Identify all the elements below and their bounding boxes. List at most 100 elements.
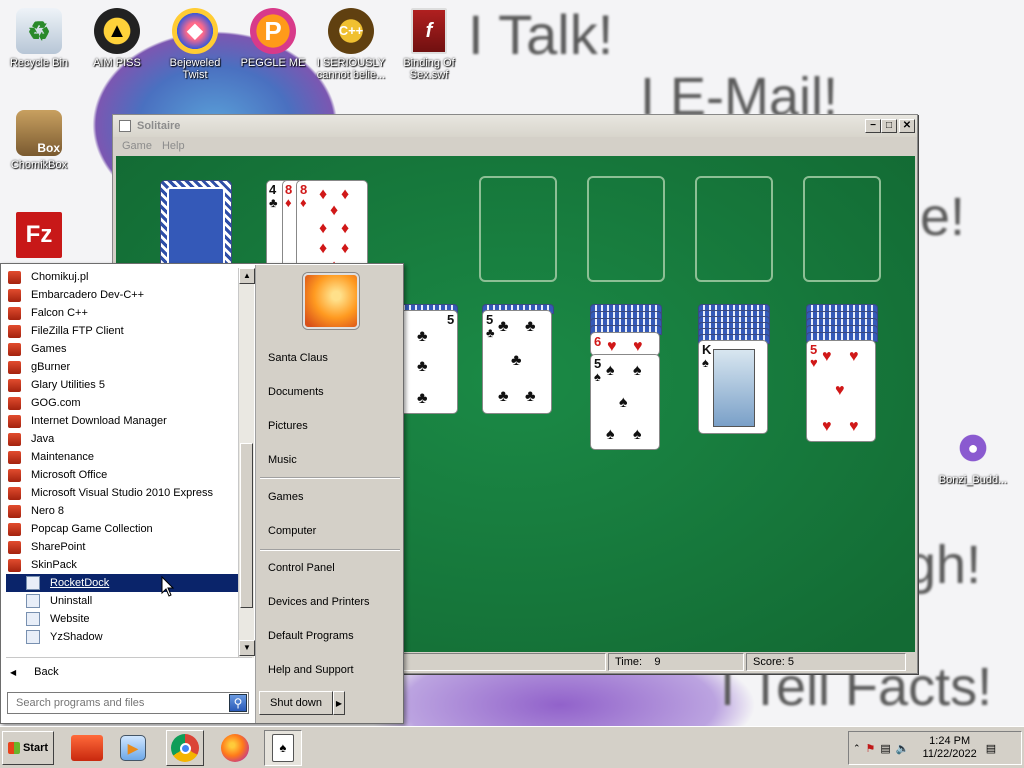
window-titlebar[interactable]: Solitaire − □ ✕ xyxy=(113,115,917,137)
action-center-icon[interactable]: ⚑ xyxy=(866,742,876,755)
scroll-up-button[interactable]: ▲ xyxy=(239,268,255,284)
program-folder[interactable]: Internet Download Manager xyxy=(6,412,238,430)
programs-scrollbar[interactable]: ▲ ▼ xyxy=(238,268,255,658)
network-icon[interactable]: ▤ xyxy=(880,742,890,755)
taskbar-firefox[interactable] xyxy=(216,730,254,766)
program-item[interactable]: Website xyxy=(6,610,238,628)
program-folder[interactable]: gBurner xyxy=(6,358,238,376)
folder-icon xyxy=(8,306,21,320)
program-folder[interactable]: Glary Utilities 5 xyxy=(6,376,238,394)
desktop-icon-label: PEGGLE ME xyxy=(240,57,306,69)
desktop-icon-label: AIM PISS xyxy=(93,57,141,69)
desktop-icon-bejeweled[interactable]: ◆ Bejeweled Twist xyxy=(156,8,234,81)
tableau-card[interactable]: 5 ♠ ♠ ♠ ♠ ♠ ♠ xyxy=(590,354,660,450)
filezilla-icon: Fz xyxy=(16,212,62,258)
show-hidden-icons-icon[interactable]: ⌃ xyxy=(853,743,861,754)
program-folder[interactable]: SkinPack xyxy=(6,556,238,574)
search-icon[interactable]: ⚲ xyxy=(229,694,247,712)
search-box: ⚲ xyxy=(7,692,249,714)
desktop-icon-label: I SERIOUSLY cannot belie... xyxy=(316,57,386,81)
windows-logo-icon xyxy=(7,742,20,754)
solitaire-icon: ♠ xyxy=(272,734,294,762)
right-item-computer[interactable]: Computer xyxy=(268,525,316,537)
folder-icon xyxy=(8,558,21,572)
program-label: Java xyxy=(31,433,55,445)
show-desktop-button[interactable]: ▤ xyxy=(986,742,996,755)
right-item-games[interactable]: Games xyxy=(268,491,303,503)
foundation-slot[interactable] xyxy=(695,176,773,282)
right-item-music[interactable]: Music xyxy=(268,454,297,466)
desktop-icon-aim[interactable]: ▲ AIM PISS xyxy=(78,8,156,69)
right-item-default-programs[interactable]: Default Programs xyxy=(268,630,354,642)
folder-icon xyxy=(71,735,103,761)
back-button[interactable]: ◀ Back xyxy=(10,663,59,681)
program-folder[interactable]: GOG.com xyxy=(6,394,238,412)
program-folder[interactable]: Embarcadero Dev-C++ xyxy=(6,286,238,304)
program-folder[interactable]: Falcon C++ xyxy=(6,304,238,322)
foundation-slot[interactable] xyxy=(587,176,665,282)
shutdown-options-button[interactable]: ▶ xyxy=(333,691,345,715)
minimize-button[interactable]: − xyxy=(865,119,881,133)
taskbar-solitaire[interactable]: ♠ xyxy=(264,730,302,766)
king-artwork xyxy=(713,349,755,427)
menu-help[interactable]: Help xyxy=(157,140,190,152)
clock[interactable]: 1:24 PM 11/22/2022 xyxy=(923,735,977,761)
right-item-help-support[interactable]: Help and Support xyxy=(268,664,354,676)
foundation-slot[interactable] xyxy=(803,176,881,282)
right-item-pictures[interactable]: Pictures xyxy=(268,420,308,432)
program-folder[interactable]: SharePoint xyxy=(6,538,238,556)
program-folder[interactable]: FileZilla FTP Client xyxy=(6,322,238,340)
program-item[interactable]: RocketDock xyxy=(6,574,238,592)
program-folder[interactable]: Nero 8 xyxy=(6,502,238,520)
scroll-thumb[interactable] xyxy=(240,443,253,608)
time-label: Time: xyxy=(615,656,643,668)
program-label: Embarcadero Dev-C++ xyxy=(31,289,145,301)
scroll-down-button[interactable]: ▼ xyxy=(239,640,255,656)
taskbar-file-explorer[interactable] xyxy=(68,730,106,766)
desktop-icon-label: ChomikBox xyxy=(10,159,68,171)
foundation-slot[interactable] xyxy=(479,176,557,282)
user-picture[interactable] xyxy=(303,273,359,329)
search-input[interactable] xyxy=(8,693,226,713)
program-item[interactable]: YzShadow xyxy=(6,628,238,646)
program-folder[interactable]: Microsoft Office xyxy=(6,466,238,484)
program-icon xyxy=(26,594,40,608)
program-folder[interactable]: Chomikuj.pl xyxy=(6,268,238,286)
right-item-user[interactable]: Santa Claus xyxy=(268,352,328,364)
desktop-icon-flash-file[interactable]: f Binding Of Sex.swf xyxy=(390,8,468,81)
program-folder[interactable]: Java xyxy=(6,430,238,448)
taskbar-chrome[interactable] xyxy=(166,730,204,766)
start-button[interactable]: Start xyxy=(2,731,54,765)
folder-icon xyxy=(8,396,21,410)
right-item-control-panel[interactable]: Control Panel xyxy=(268,562,335,574)
right-item-documents[interactable]: Documents xyxy=(268,386,324,398)
shutdown-button[interactable]: Shut down xyxy=(259,691,333,715)
wallpaper-text: e! xyxy=(920,187,966,247)
tableau-card[interactable]: 5 ♣ ♣ ♣ ♣ ♣ ♣ xyxy=(482,310,552,414)
menu-game[interactable]: Game xyxy=(117,140,157,152)
desktop-icon-chomikbox[interactable]: Box ChomikBox xyxy=(0,110,78,171)
folder-icon xyxy=(8,468,21,482)
desktop-icon-filezilla[interactable]: Fz xyxy=(0,212,78,261)
program-folder[interactable]: Maintenance xyxy=(6,448,238,466)
desktop-icon-bonzi[interactable]: ● Bonzi_Budd... xyxy=(934,425,1012,486)
program-icon xyxy=(26,630,40,644)
program-item[interactable]: Uninstall xyxy=(6,592,238,610)
folder-icon xyxy=(8,342,21,356)
program-folder[interactable]: Games xyxy=(6,340,238,358)
tableau-card[interactable]: 5 ♥ ♥ ♥ ♥ ♥ ♥ xyxy=(806,340,876,442)
right-item-devices-printers[interactable]: Devices and Printers xyxy=(268,596,370,608)
taskbar-media-player[interactable]: ▶ xyxy=(114,730,152,766)
close-button[interactable]: ✕ xyxy=(899,119,915,133)
desktop-icon-recycle-bin[interactable]: ♻ Recycle Bin xyxy=(0,8,78,69)
chomikbox-icon: Box xyxy=(16,110,62,156)
desktop-icon-peggle[interactable]: P PEGGLE ME xyxy=(234,8,312,69)
program-folder[interactable]: Microsoft Visual Studio 2010 Express xyxy=(6,484,238,502)
window-title: Solitaire xyxy=(137,120,181,132)
tableau-card[interactable]: K ♠ xyxy=(698,340,768,434)
desktop-icon-shortcut[interactable]: C++ I SERIOUSLY cannot belie... xyxy=(312,8,390,81)
maximize-button[interactable]: □ xyxy=(881,119,897,133)
volume-icon[interactable]: 🔈 xyxy=(896,742,910,755)
folder-icon xyxy=(8,486,21,500)
program-folder[interactable]: Popcap Game Collection xyxy=(6,520,238,538)
